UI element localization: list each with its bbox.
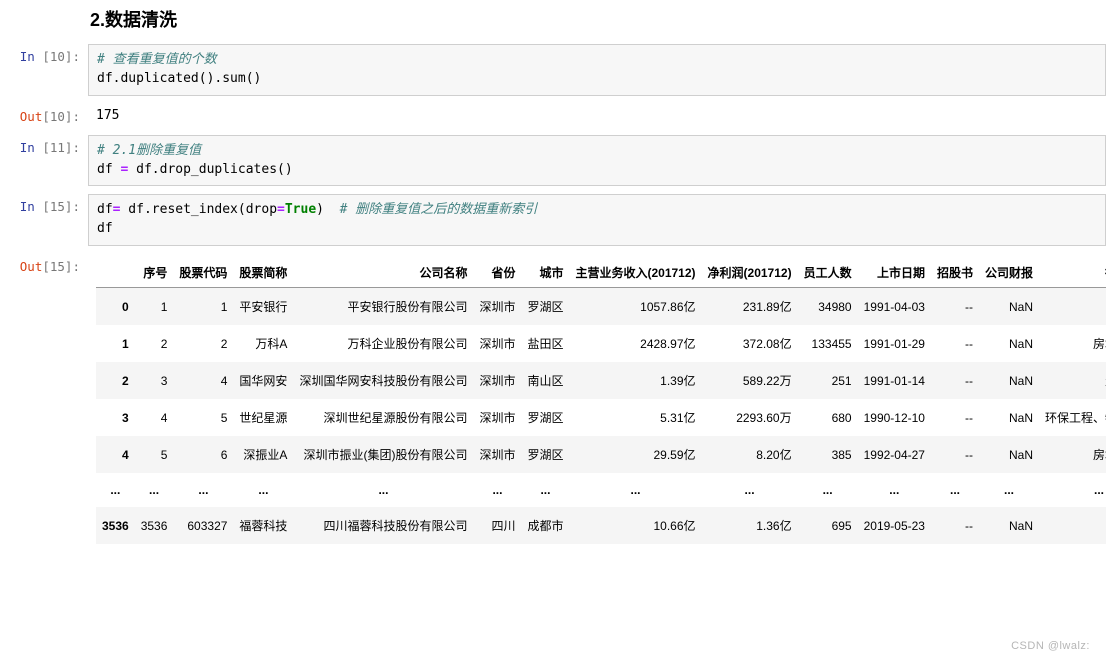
cell-prompt: In [11]:: [0, 135, 88, 155]
table-row: 35363536603327福蓉科技四川福蓉科技股份有限公司四川成都市10.66…: [96, 507, 1106, 544]
watermark: CSDN @lwalz:: [1011, 640, 1090, 652]
df-col-header: 招股书: [931, 258, 979, 288]
section-heading: 2.数据清洗: [90, 6, 1106, 32]
df-col-header: 城市: [521, 258, 569, 288]
code-cell[interactable]: df= df.reset_index(drop=True) # 删除重复值之后的…: [88, 194, 1106, 246]
df-col-header: [96, 258, 135, 288]
table-row: ........................................…: [96, 473, 1106, 507]
cell-prompt: In [15]:: [0, 194, 88, 214]
notebook-slice: 2.数据清洗 In [10]:# 查看重复值的个数 df.duplicated(…: [0, 6, 1106, 552]
table-row: 345世纪星源深圳世纪星源股份有限公司深圳市罗湖区5.31亿2293.60万68…: [96, 399, 1106, 436]
code-cell[interactable]: # 查看重复值的个数 df.duplicated().sum(): [88, 44, 1106, 96]
df-col-header: 上市日期: [858, 258, 931, 288]
df-col-header: 行业分类: [1039, 258, 1106, 288]
df-col-header: 公司名称: [293, 258, 473, 288]
df-col-header: 主营业务收入(201712): [569, 258, 701, 288]
cell-prompt: In [10]:: [0, 44, 88, 64]
table-row: 234国华网安深圳国华网安科技股份有限公司深圳市南山区1.39亿589.22万2…: [96, 362, 1106, 399]
df-col-header: 员工人数: [798, 258, 858, 288]
table-row: 011平安银行平安银行股份有限公司深圳市罗湖区1057.86亿231.89亿34…: [96, 288, 1106, 326]
cell-prompt: Out[15]:: [0, 254, 88, 274]
output-text: 175: [88, 104, 1106, 127]
code-cell[interactable]: # 2.1删除重复值 df = df.drop_duplicates(): [88, 135, 1106, 187]
df-col-header: 公司财报: [979, 258, 1039, 288]
df-col-header: 省份: [473, 258, 521, 288]
table-row: 122万科A万科企业股份有限公司深圳市盐田区2428.97亿372.08亿133…: [96, 325, 1106, 362]
df-col-header: 净利润(201712): [702, 258, 798, 288]
output-dataframe: 序号股票代码股票简称公司名称省份城市主营业务收入(201712)净利润(2017…: [88, 254, 1106, 544]
df-col-header: 股票简称: [233, 258, 293, 288]
df-col-header: 股票代码: [173, 258, 233, 288]
table-row: 456深振业A深圳市振业(集团)股份有限公司深圳市罗湖区29.59亿8.20亿3…: [96, 436, 1106, 473]
cell-prompt: Out[10]:: [0, 104, 88, 124]
df-col-header: 序号: [135, 258, 174, 288]
